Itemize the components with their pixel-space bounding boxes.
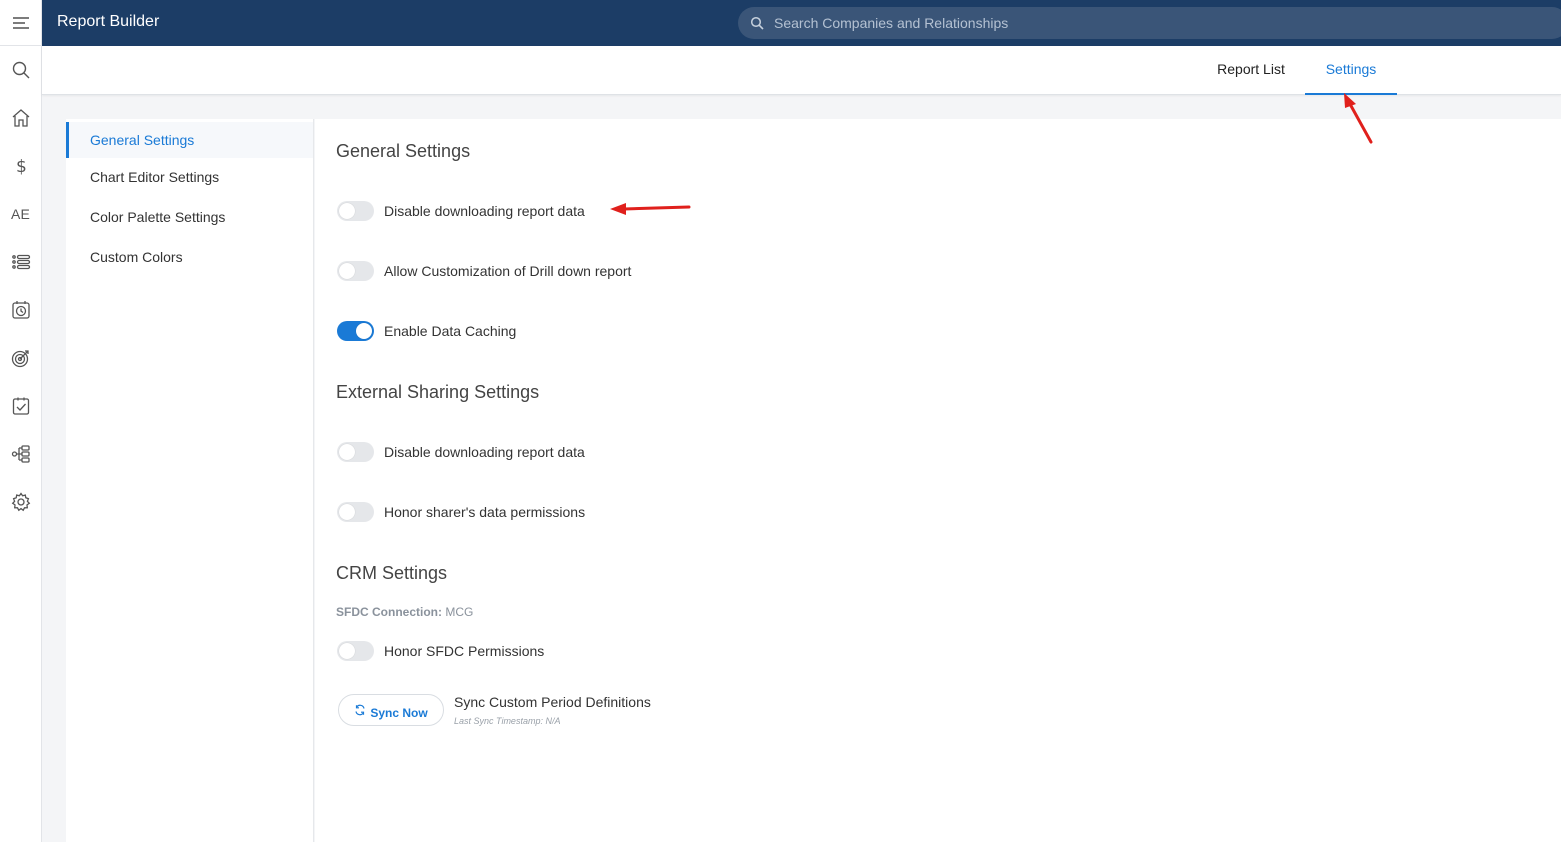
sidenav-item-custom-colors[interactable]: Custom Colors bbox=[66, 239, 313, 279]
setting-label: Allow Customization of Drill down report bbox=[384, 263, 632, 279]
app-title: Report Builder bbox=[57, 13, 160, 30]
dollar-icon[interactable]: $ bbox=[0, 142, 41, 190]
sfdc-connection-info: SFDC Connection: MCG bbox=[336, 605, 473, 619]
top-header: Report Builder bbox=[42, 0, 1561, 46]
external-disable-downloading-toggle[interactable] bbox=[337, 442, 374, 462]
tab-settings[interactable]: Settings bbox=[1305, 46, 1397, 95]
setting-row-honor-sfdc-permissions: Honor SFDC Permissions bbox=[337, 641, 544, 661]
list-icon[interactable] bbox=[0, 238, 41, 286]
sync-now-button[interactable]: Sync Now bbox=[338, 694, 444, 726]
sync-now-label: Sync Now bbox=[370, 705, 428, 720]
home-icon[interactable] bbox=[0, 94, 41, 142]
external-sharing-settings-title: External Sharing Settings bbox=[336, 382, 540, 402]
sidenav-item-general-settings[interactable]: General Settings bbox=[66, 122, 313, 158]
setting-row-data-caching: Enable Data Caching bbox=[337, 321, 516, 341]
ae-nav-item[interactable]: AE bbox=[0, 190, 41, 238]
tab-report-list[interactable]: Report List bbox=[1204, 46, 1298, 95]
setting-row-drill-down-customization: Allow Customization of Drill down report bbox=[337, 261, 631, 281]
drill-down-customization-toggle[interactable] bbox=[337, 261, 374, 281]
setting-label: Disable downloading report data bbox=[384, 203, 585, 219]
hierarchy-icon[interactable] bbox=[0, 430, 41, 478]
setting-row-honor-sharer-permissions: Honor sharer's data permissions bbox=[337, 502, 585, 522]
disable-downloading-toggle[interactable] bbox=[337, 201, 374, 221]
setting-label: Disable downloading report data bbox=[384, 444, 585, 460]
sync-icon bbox=[355, 704, 365, 716]
honor-sfdc-permissions-toggle[interactable] bbox=[337, 641, 374, 661]
general-settings-title: General Settings bbox=[336, 141, 471, 161]
sfdc-connection-value: MCG bbox=[445, 605, 474, 619]
svg-text:$: $ bbox=[16, 157, 27, 176]
clipboard-check-icon[interactable] bbox=[0, 382, 41, 430]
data-caching-toggle[interactable] bbox=[337, 321, 374, 341]
alarm-clock-icon[interactable] bbox=[0, 286, 41, 334]
settings-sidenav: General Settings Chart Editor Settings C… bbox=[66, 119, 314, 842]
left-icon-rail: $ AE bbox=[0, 0, 42, 842]
setting-label: Enable Data Caching bbox=[384, 323, 517, 339]
search-input[interactable] bbox=[774, 15, 1474, 31]
sfdc-connection-label: SFDC Connection: bbox=[336, 605, 442, 619]
menu-icon[interactable] bbox=[0, 0, 41, 46]
settings-content: General Settings Disable downloading rep… bbox=[315, 119, 1561, 842]
target-icon[interactable] bbox=[0, 334, 41, 382]
sync-custom-period-title: Sync Custom Period Definitions bbox=[454, 694, 651, 710]
last-sync-timestamp: Last Sync Timestamp: N/A bbox=[454, 716, 561, 726]
sidenav-item-chart-editor-settings[interactable]: Chart Editor Settings bbox=[66, 159, 313, 199]
honor-sharer-permissions-toggle[interactable] bbox=[337, 502, 374, 522]
search-bar[interactable] bbox=[738, 7, 1561, 39]
setting-row-external-disable-downloading: Disable downloading report data bbox=[337, 442, 585, 462]
setting-label: Honor SFDC Permissions bbox=[384, 643, 545, 659]
gear-icon[interactable] bbox=[0, 478, 41, 526]
sidenav-item-color-palette-settings[interactable]: Color Palette Settings bbox=[66, 199, 313, 239]
search-icon bbox=[750, 16, 764, 30]
search-icon[interactable] bbox=[0, 46, 41, 94]
setting-label: Honor sharer's data permissions bbox=[384, 504, 586, 520]
tab-bar: Report List Settings bbox=[42, 46, 1561, 95]
setting-row-disable-downloading: Disable downloading report data bbox=[337, 201, 585, 221]
crm-settings-title: CRM Settings bbox=[336, 563, 448, 583]
